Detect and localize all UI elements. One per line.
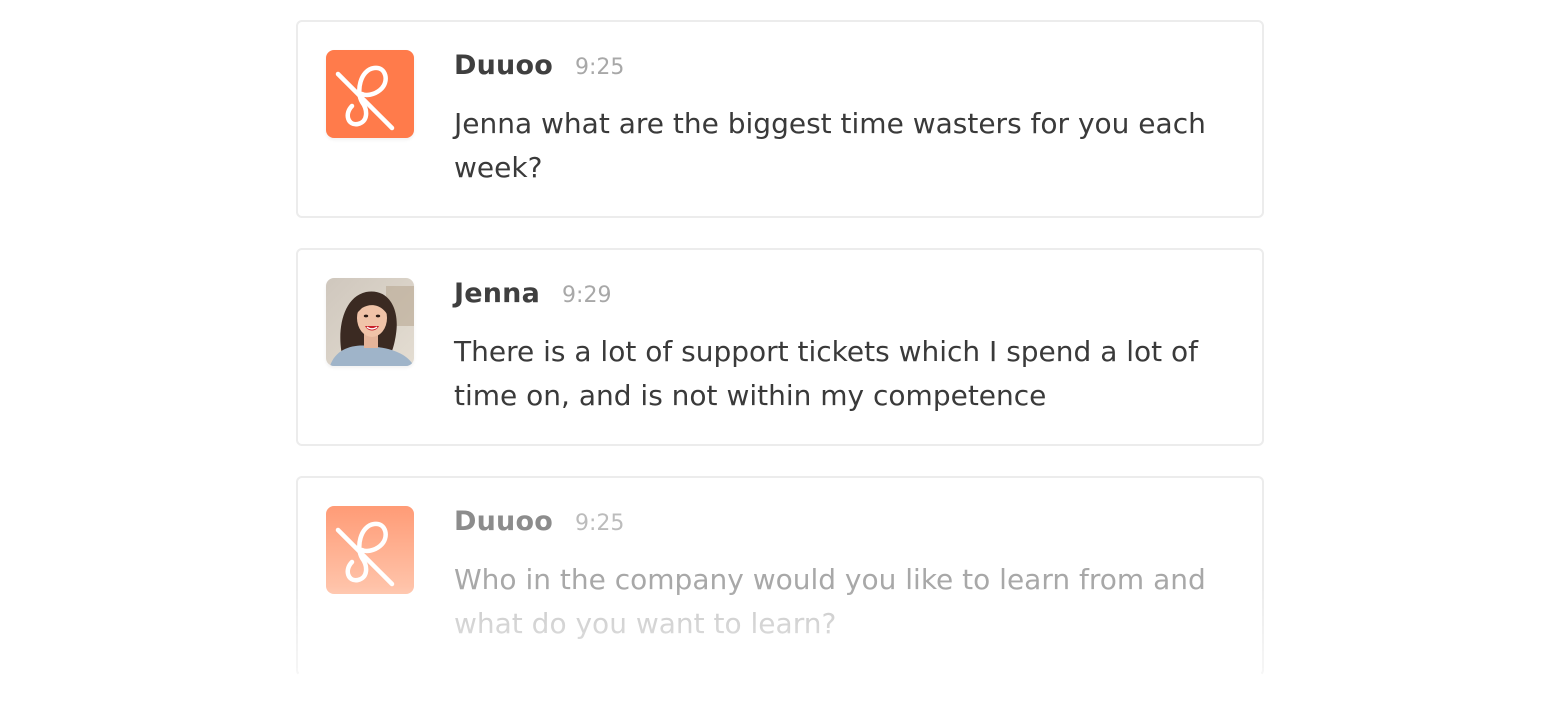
message-card[interactable]: Jenna 9:29 There is a lot of support tic… — [296, 248, 1264, 446]
message-meta: Jenna 9:29 — [454, 278, 611, 318]
message-meta: Duuoo 9:25 — [454, 50, 624, 90]
timestamp: 9:25 — [574, 511, 625, 536]
message-text: There is a lot of support tickets which … — [454, 335, 1199, 412]
duuoo-logo-icon — [326, 506, 414, 594]
message-text-line: what do you want to learn? — [454, 607, 837, 640]
message-feed: Duuoo 9:25 Jenna what are the biggest ti… — [296, 20, 1264, 706]
message-text-line: Who in the company would you like to lea… — [454, 563, 1206, 596]
author-name: Duuoo — [454, 50, 553, 81]
message-text: Who in the company would you like to lea… — [454, 558, 1234, 646]
message-meta: Duuoo 9:25 — [454, 506, 624, 546]
author-name: Jenna — [454, 278, 541, 309]
message-card[interactable]: Duuoo 9:25 Jenna what are the biggest ti… — [296, 20, 1264, 218]
timestamp: 9:25 — [574, 55, 625, 80]
message-text: Jenna what are the biggest time wasters … — [454, 107, 1206, 184]
duuoo-logo-icon — [326, 50, 414, 138]
author-name: Duuoo — [454, 506, 553, 537]
timestamp: 9:29 — [562, 283, 612, 308]
avatar — [326, 278, 414, 366]
message-card[interactable]: Duuoo 9:25 Who in the company would you … — [296, 476, 1264, 676]
